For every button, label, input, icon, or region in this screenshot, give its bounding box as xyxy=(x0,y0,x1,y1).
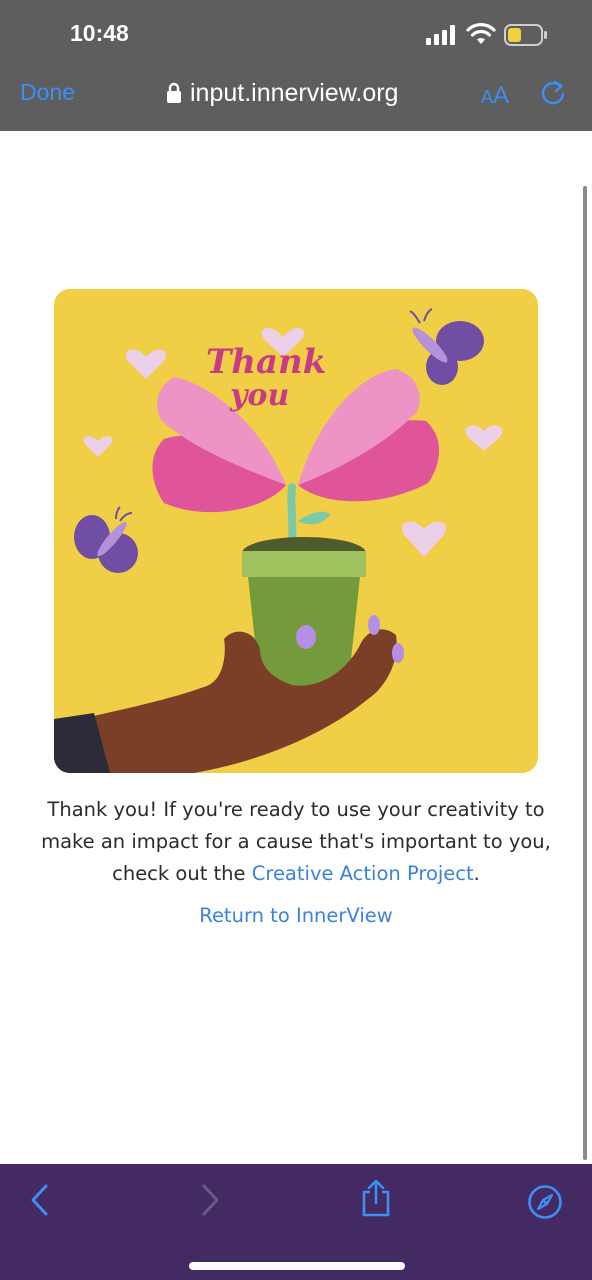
back-button[interactable] xyxy=(20,1180,60,1220)
aa-big-label: A xyxy=(493,82,510,109)
thank-lettering: Thank xyxy=(206,342,326,382)
home-indicator[interactable] xyxy=(189,1262,405,1270)
browser-top-chrome: 10:48 Done input.innerview.org AA xyxy=(0,0,592,131)
reload-icon[interactable] xyxy=(538,78,568,108)
safari-button[interactable] xyxy=(525,1182,565,1222)
share-button[interactable] xyxy=(356,1178,396,1218)
done-button[interactable]: Done xyxy=(20,79,75,106)
thank-you-message: Thank you! If you're ready to use your c… xyxy=(30,794,562,890)
forward-button[interactable] xyxy=(190,1180,230,1220)
page-scrollbar[interactable] xyxy=(583,186,587,1160)
message-line-2: make an impact for a cause that's import… xyxy=(41,830,551,853)
cellular-signal-icon xyxy=(426,25,455,45)
lock-icon xyxy=(167,82,181,103)
wifi-icon xyxy=(466,23,496,44)
status-time: 10:48 xyxy=(70,20,129,46)
forward-icon xyxy=(202,1184,219,1216)
url-text: input.innerview.org xyxy=(190,78,399,107)
thank-you-illustration: Thank you xyxy=(54,289,538,773)
return-to-innerview-link[interactable]: Return to InnerView xyxy=(0,904,592,927)
aa-small-label: A xyxy=(481,87,494,107)
you-lettering: you xyxy=(229,378,289,413)
reader-text-size-button[interactable]: AA xyxy=(481,82,509,110)
address-bar[interactable]: input.innerview.org xyxy=(166,76,398,110)
battery-icon xyxy=(504,24,547,46)
creative-action-project-link[interactable]: Creative Action Project xyxy=(252,862,474,885)
back-icon xyxy=(31,1184,48,1216)
safari-compass-icon xyxy=(528,1185,562,1219)
share-icon xyxy=(362,1179,390,1217)
message-line-3-suffix: . xyxy=(473,862,480,885)
message-line-3-prefix: check out the xyxy=(112,862,252,885)
message-line-1: Thank you! If you're ready to use your c… xyxy=(47,798,545,821)
